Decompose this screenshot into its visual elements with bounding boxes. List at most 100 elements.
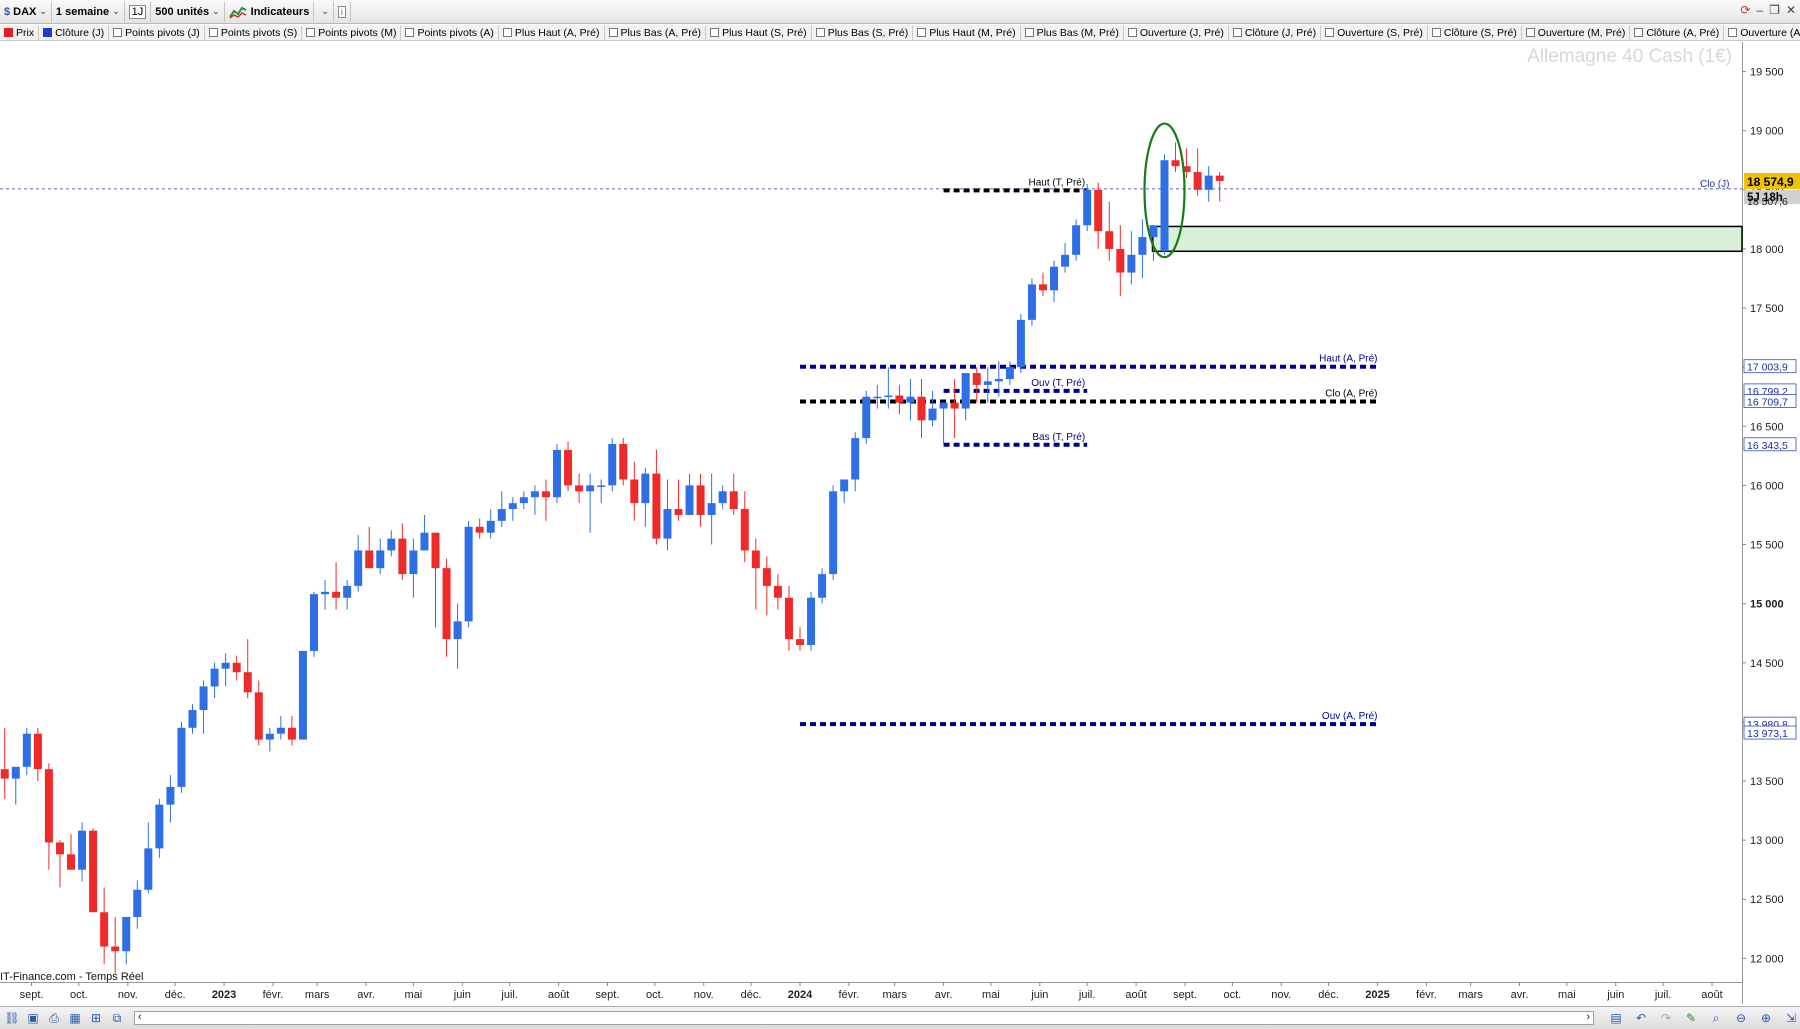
legend-checkbox[interactable] (1024, 28, 1034, 37)
legend-checkbox[interactable] (208, 28, 218, 37)
candle-body (354, 550, 363, 586)
candle-body (784, 597, 793, 640)
candle-body (663, 509, 672, 539)
legend-checkbox[interactable] (1634, 28, 1644, 37)
y-tick-label: 19 500 (1750, 67, 1784, 79)
candle-body (729, 491, 738, 510)
level-label: Haut (A, Pré) (1319, 354, 1377, 365)
print-icon[interactable]: ⎙ (45, 1010, 63, 1026)
legend-item[interactable]: Prix (0, 25, 40, 40)
legend-item[interactable]: Clôture (S, Pré) (1428, 25, 1522, 40)
candle-body (398, 538, 407, 575)
legend-item[interactable]: Plus Bas (A, Pré) (605, 25, 707, 40)
timeframe-badge[interactable]: 1J (125, 1, 152, 22)
candle-body (807, 597, 816, 646)
legend-checkbox[interactable] (113, 28, 123, 37)
legend-checkbox[interactable] (405, 28, 415, 37)
legend-checkbox[interactable] (1325, 28, 1335, 37)
chart-window-icon[interactable]: ⧉ (108, 1010, 126, 1026)
x-tick-label: juil. (500, 989, 518, 1001)
legend-item[interactable]: Points pivots (A) (401, 25, 499, 40)
legend-checkbox[interactable] (608, 28, 618, 37)
price-chart[interactable]: Allemagne 40 Cash (1€) 12 000 12 500 13 000… (0, 42, 1800, 1006)
legend-checkbox[interactable] (710, 28, 720, 37)
legend-item[interactable]: Points pivots (M) (302, 25, 402, 40)
candle-body (475, 526, 484, 533)
legend-checkbox[interactable] (1232, 28, 1242, 37)
window-controls: ⟳ – ❐ ✕ (1740, 3, 1796, 17)
legend-item[interactable]: Clôture (J, Pré) (1229, 25, 1322, 40)
scroll-right-icon[interactable]: › (1586, 1011, 1590, 1023)
multi-chart-icon[interactable]: ⊞ (87, 1010, 105, 1026)
legend-item[interactable]: Ouverture (A (1724, 26, 1800, 40)
close-value-label: 18 507,6 (1747, 196, 1788, 208)
period-selector[interactable]: 1 semaine ⌄ (52, 1, 125, 22)
legend-label: Plus Bas (S, Pré) (827, 26, 909, 39)
legend-item[interactable]: Plus Bas (S, Pré) (812, 25, 914, 40)
scroll-left-icon[interactable]: ‹ (138, 1011, 142, 1023)
legend-checkbox[interactable] (4, 28, 13, 37)
refresh-icon[interactable]: ⟳ (1740, 3, 1750, 17)
candle-body (795, 639, 804, 646)
legend-item[interactable]: Points pivots (S) (205, 25, 303, 40)
candle-body (111, 946, 120, 952)
candle-body (707, 503, 716, 515)
candle-body (298, 650, 307, 740)
legend-checkbox[interactable] (43, 28, 53, 37)
zoom-in-icon[interactable]: ⊕ (1757, 1010, 1775, 1026)
indicators-icon (228, 6, 247, 19)
info-button[interactable]: i (334, 1, 351, 22)
horizontal-scrollbar[interactable]: ‹ › (134, 1011, 1594, 1025)
legend-label: Ouverture (J, Pré) (1139, 26, 1224, 39)
drawing-tools-icon[interactable]: ✎ (1682, 1010, 1700, 1026)
candle-body (961, 373, 970, 409)
undo-icon[interactable]: ↶ (1632, 1010, 1650, 1026)
close-icon[interactable]: ✕ (1786, 3, 1796, 17)
candle-body (751, 550, 760, 569)
candle-body (100, 912, 109, 947)
candle-body (1127, 254, 1136, 273)
indicators-button[interactable]: Indicateurs (225, 1, 315, 22)
x-tick-label: avr. (357, 989, 375, 1001)
legend-item[interactable]: Clôture (A, Pré) (1630, 25, 1725, 40)
legend-checkbox[interactable] (502, 28, 512, 37)
save-icon[interactable]: ▣ (24, 1010, 42, 1026)
minimize-icon[interactable]: – (1756, 3, 1763, 17)
redo-icon[interactable]: ↷ (1657, 1010, 1675, 1026)
candle-body (497, 509, 506, 521)
candle-body (221, 662, 230, 669)
zoom-out-icon[interactable]: ⊖ (1732, 1010, 1750, 1026)
legend-item[interactable]: Points pivots (J) (109, 25, 205, 40)
legend-item[interactable]: Plus Haut (A, Pré) (499, 25, 605, 40)
legend-item[interactable]: Plus Bas (M, Pré) (1021, 25, 1124, 40)
legend-item[interactable]: Ouverture (M, Pré) (1522, 25, 1631, 40)
candle-body (840, 479, 849, 492)
candle-body (44, 769, 53, 843)
legend-label: Plus Haut (A, Pré) (514, 26, 600, 39)
legend-item[interactable]: Ouverture (S, Pré) (1321, 25, 1428, 40)
legend-item[interactable]: Ouverture (J, Pré) (1124, 25, 1229, 40)
indicators-dropdown[interactable]: ⌄ (314, 1, 334, 22)
legend-item[interactable]: Plus Haut (M, Pré) (913, 25, 1021, 40)
legend-item[interactable]: Clôture (J) (39, 25, 110, 40)
legend-checkbox[interactable] (1127, 28, 1137, 37)
x-tick-label: sept. (596, 989, 620, 1001)
units-selector[interactable]: 500 unités ⌄ (151, 1, 225, 22)
chart-type-icon[interactable]: ▤ (1607, 1010, 1625, 1026)
restore-icon[interactable]: ❐ (1769, 3, 1780, 17)
legend-checkbox[interactable] (815, 28, 825, 37)
legend-checkbox[interactable] (1525, 28, 1535, 37)
legend-checkbox[interactable] (306, 28, 316, 37)
legend-checkbox[interactable] (1431, 28, 1441, 37)
x-tick-label: juin (1030, 989, 1048, 1001)
legend-checkbox[interactable] (1728, 28, 1738, 37)
legend-checkbox[interactable] (917, 28, 927, 37)
symbol-selector[interactable]: $ DAX ⌄ (0, 1, 52, 22)
grid-icon[interactable]: ▦ (66, 1010, 84, 1026)
x-tick-label: juin (1606, 989, 1624, 1001)
legend-item[interactable]: Plus Haut (S, Pré) (706, 25, 812, 40)
candle-body (773, 585, 782, 598)
zoom-area-icon[interactable]: ⌕ (1707, 1010, 1725, 1026)
auto-scale-icon[interactable]: ⇲ (1782, 1010, 1800, 1026)
link-icon[interactable]: ⛓ (3, 1010, 21, 1026)
